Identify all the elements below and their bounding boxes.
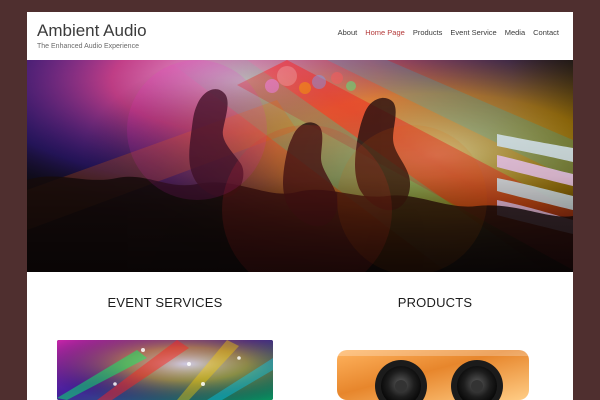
hero-banner — [27, 60, 573, 272]
featured-sections: EVENT SERVICES PRODUCTS — [27, 272, 573, 400]
site-tagline: The Enhanced Audio Experience — [37, 43, 139, 50]
light-show-image — [57, 340, 273, 400]
main-nav: About Home Page Products Event Service M… — [334, 28, 563, 37]
nav-event-service[interactable]: Event Service — [446, 28, 500, 37]
speaker-image — [325, 340, 541, 400]
page: Ambient Audio The Enhanced Audio Experie… — [27, 12, 573, 400]
products-image[interactable] — [325, 340, 541, 400]
nav-home-page[interactable]: Home Page — [361, 28, 409, 37]
site-header: Ambient Audio The Enhanced Audio Experie… — [27, 12, 573, 60]
section-title-event-services: EVENT SERVICES — [107, 295, 223, 310]
site-title[interactable]: Ambient Audio — [37, 21, 147, 41]
concert-hands-image — [27, 60, 573, 272]
event-services-image[interactable] — [57, 340, 273, 400]
nav-products[interactable]: Products — [409, 28, 447, 37]
nav-media[interactable]: Media — [501, 28, 529, 37]
nav-about[interactable]: About — [334, 28, 362, 37]
section-title-products: PRODUCTS — [397, 295, 473, 310]
nav-contact[interactable]: Contact — [529, 28, 563, 37]
